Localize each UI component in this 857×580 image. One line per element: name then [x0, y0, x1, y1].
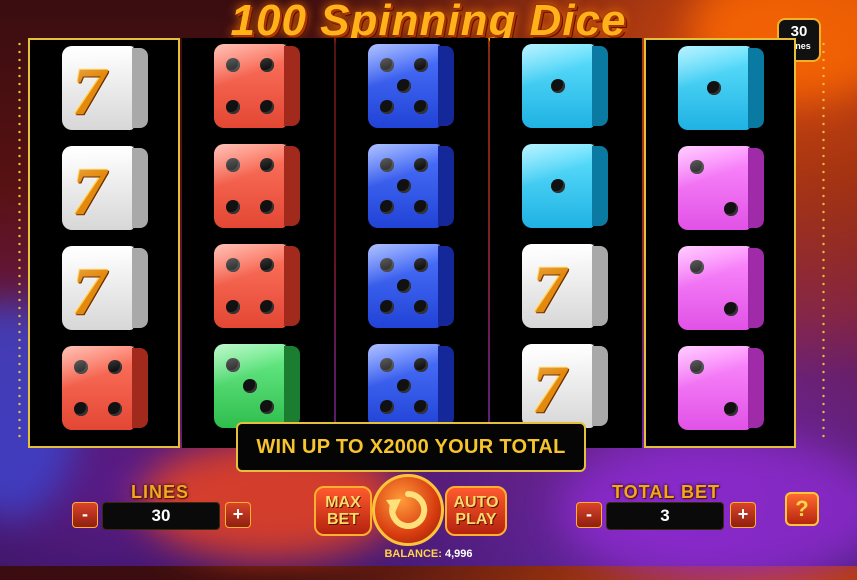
seven-symbol: 7	[62, 46, 148, 130]
blue-die-symbol	[368, 244, 454, 328]
auto-play-line2: PLAY	[455, 511, 497, 528]
bet-increase-button[interactable]: +	[730, 502, 756, 528]
max-bet-line2: BET	[327, 511, 359, 528]
max-bet-line1: MAX	[325, 494, 361, 511]
reel-3	[336, 38, 488, 448]
seven-symbol: 7	[62, 246, 148, 330]
red-die-symbol	[214, 144, 300, 228]
blue-die-symbol	[368, 44, 454, 128]
red-die-symbol	[214, 244, 300, 328]
help-button[interactable]: ?	[785, 492, 819, 526]
reel-2	[182, 38, 334, 448]
red-die-symbol	[214, 44, 300, 128]
spin-icon	[386, 490, 428, 529]
cyan-die-symbol	[522, 144, 608, 228]
reel-1: 7 7 7	[28, 38, 180, 448]
balance-value: 4,996	[444, 548, 473, 560]
payline-marker-right	[822, 40, 825, 440]
max-bet-button[interactable]: MAX BET	[314, 486, 372, 536]
lines-value: 30	[102, 502, 220, 530]
balance-label: BALANCE:	[384, 548, 442, 560]
lines-decrease-button[interactable]: -	[72, 502, 98, 528]
auto-play-line1: AUTO	[453, 494, 499, 511]
auto-play-button[interactable]: AUTO PLAY	[445, 486, 507, 536]
balance-display: BALANCE: 4,996	[0, 548, 857, 560]
bet-decrease-button[interactable]: -	[576, 502, 602, 528]
total-bet-label: TOTAL BET	[612, 482, 720, 502]
seven-symbol: 7	[522, 344, 608, 428]
pink-die-symbol	[678, 146, 764, 230]
blue-die-symbol	[368, 344, 454, 428]
cyan-die-symbol	[522, 44, 608, 128]
win-banner: WIN UP TO X2000 YOUR TOTAL BET	[236, 422, 586, 504]
payline-marker-left	[18, 40, 21, 440]
reel-4: 77	[490, 38, 642, 448]
spin-button[interactable]	[372, 474, 444, 546]
lines-increase-button[interactable]: +	[225, 502, 251, 528]
cyan-die-symbol	[678, 46, 764, 130]
blue-die-symbol	[368, 144, 454, 228]
pink-die-symbol	[678, 246, 764, 330]
pink-die-symbol	[678, 346, 764, 430]
seven-symbol: 7	[62, 146, 148, 230]
reel-grid: 77777	[28, 38, 798, 448]
total-bet-value: 3	[606, 502, 724, 530]
lines-label: LINES	[130, 482, 189, 502]
reel-5	[644, 38, 796, 448]
red-die-symbol	[62, 346, 148, 430]
green-die-symbol	[214, 344, 300, 428]
seven-symbol: 7	[522, 244, 608, 328]
